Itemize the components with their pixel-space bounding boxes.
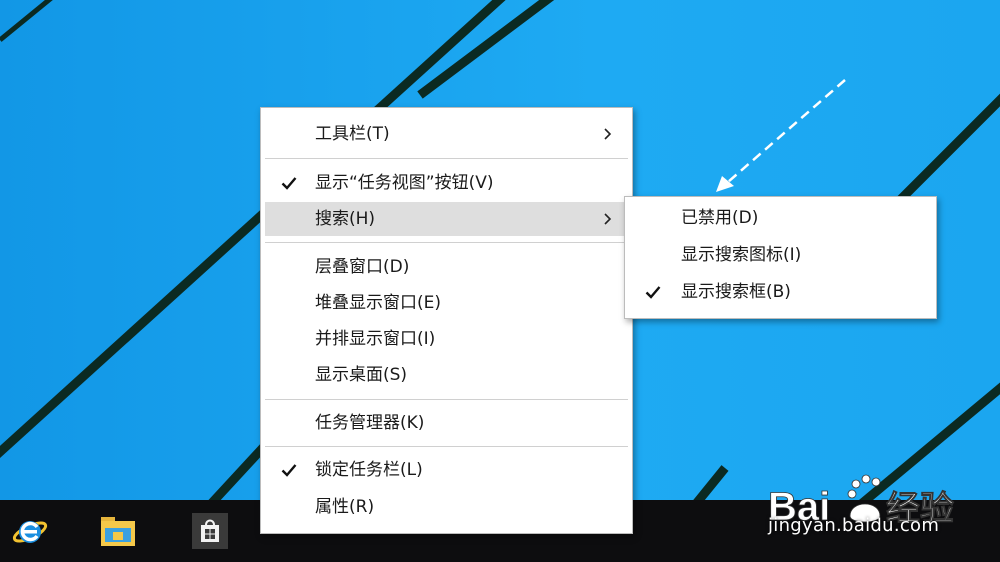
- taskbar-store-button[interactable]: [182, 504, 238, 558]
- submenu-item-label: 显示搜索图标(I): [681, 245, 802, 265]
- checkmark-icon: [279, 453, 299, 487]
- menu-item-label: 显示“任务视图”按钮(V): [315, 173, 494, 193]
- file-explorer-icon: [101, 517, 135, 546]
- menu-item-label: 层叠窗口(D): [315, 257, 410, 277]
- menu-item-label: 堆叠显示窗口(E): [315, 293, 442, 313]
- menu-item-task-manager[interactable]: 任务管理器(K): [265, 406, 628, 440]
- menu-item-cascade-windows[interactable]: 层叠窗口(D): [265, 250, 628, 284]
- menu-item-label: 工具栏(T): [315, 124, 390, 144]
- taskbar-file-explorer-button[interactable]: [90, 504, 146, 558]
- menu-item-label: 并排显示窗口(I): [315, 329, 436, 349]
- checkmark-icon: [643, 275, 663, 309]
- menu-item-label: 显示桌面(S): [315, 365, 408, 385]
- menu-item-show-desktop[interactable]: 显示桌面(S): [265, 358, 628, 392]
- menu-separator: [265, 446, 628, 447]
- menu-separator: [265, 242, 628, 243]
- chevron-right-icon: [604, 117, 612, 151]
- menu-item-lock-taskbar[interactable]: 锁定任务栏(L): [265, 453, 628, 487]
- menu-item-label: 任务管理器(K): [315, 413, 425, 433]
- menu-item-label: 属性(R): [315, 497, 375, 517]
- watermark-url: jingyan.baidu.com: [768, 515, 940, 536]
- checkmark-icon: [279, 166, 299, 200]
- menu-item-toolbars[interactable]: 工具栏(T): [265, 117, 628, 151]
- chevron-right-icon: [604, 202, 612, 236]
- menu-item-stack-windows[interactable]: 堆叠显示窗口(E): [265, 286, 628, 320]
- annotation-arrow: [716, 79, 846, 192]
- taskbar-ie-button[interactable]: [2, 504, 58, 558]
- menu-item-show-task-view-button[interactable]: 显示“任务视图”按钮(V): [265, 166, 628, 200]
- search-submenu: 已禁用(D) 显示搜索图标(I) 显示搜索框(B): [624, 196, 937, 319]
- menu-item-side-by-side-windows[interactable]: 并排显示窗口(I): [265, 322, 628, 356]
- menu-separator: [265, 158, 628, 159]
- taskbar-context-menu: 工具栏(T) 显示“任务视图”按钮(V) 搜索(H) 层叠窗口(D) 堆叠显示窗…: [260, 107, 633, 534]
- menu-item-label: 搜索(H): [315, 209, 376, 229]
- submenu-item-label: 显示搜索框(B): [681, 282, 791, 302]
- menu-item-label: 锁定任务栏(L): [315, 460, 423, 480]
- menu-separator: [265, 399, 628, 400]
- menu-item-search[interactable]: 搜索(H): [265, 202, 628, 236]
- store-icon: [192, 513, 228, 549]
- submenu-item-disabled[interactable]: 已禁用(D): [629, 201, 932, 235]
- submenu-item-label: 已禁用(D): [681, 208, 759, 228]
- internet-explorer-icon: [12, 521, 48, 543]
- submenu-item-show-search-box[interactable]: 显示搜索框(B): [629, 275, 932, 309]
- submenu-item-show-search-icon[interactable]: 显示搜索图标(I): [629, 238, 932, 272]
- menu-item-properties[interactable]: 属性(R): [265, 490, 628, 524]
